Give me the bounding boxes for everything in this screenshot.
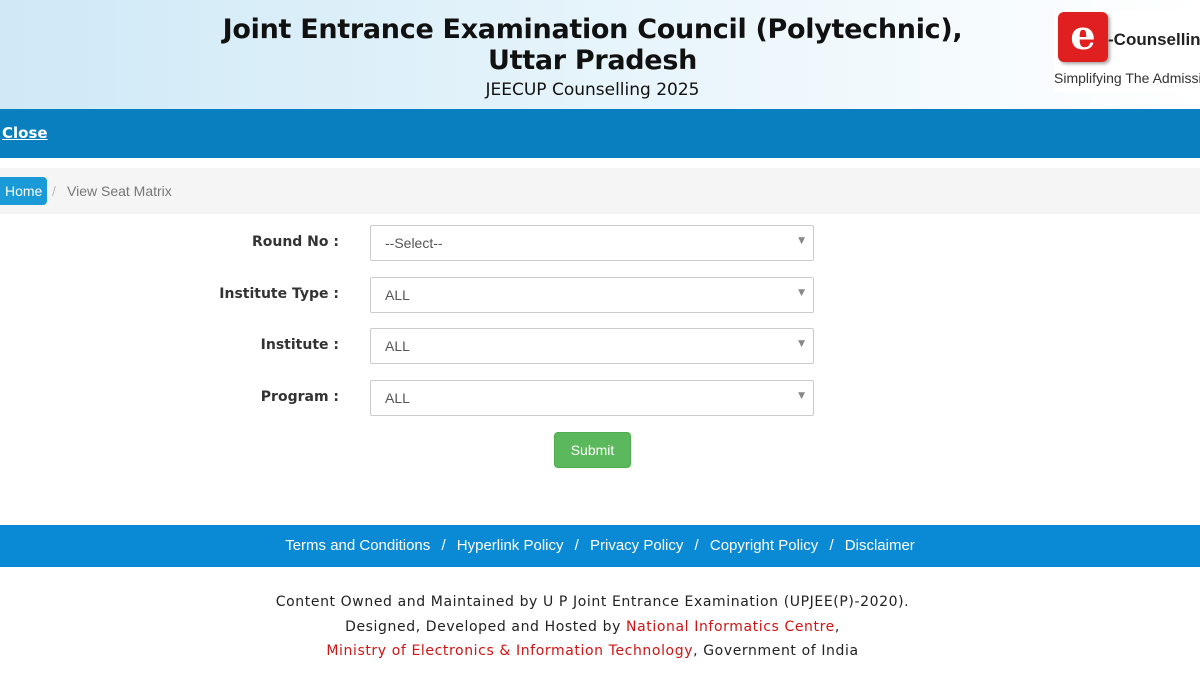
- dropdown-arrow-icon: ▼: [798, 288, 805, 298]
- logo-tagline: Simplifying The Admission: [1054, 70, 1200, 86]
- hyperlink-policy-link[interactable]: Hyperlink Policy: [457, 537, 564, 554]
- breadcrumb: Home / View Seat Matrix: [0, 168, 1200, 214]
- footer-credits: Content Owned and Maintained by U P Join…: [0, 590, 1185, 664]
- form-row-program: Program : ALL ▼: [0, 380, 1200, 416]
- meity-link[interactable]: Ministry of Electronics & Information Te…: [326, 643, 693, 659]
- e-logo-icon: e: [1058, 12, 1108, 62]
- footer-link-separator: /: [574, 537, 579, 554]
- footer-link-separator: /: [829, 537, 834, 554]
- copyright-policy-link[interactable]: Copyright Policy: [710, 537, 818, 554]
- footer-link-separator: /: [441, 537, 446, 554]
- institute-type-value: ALL: [385, 287, 410, 303]
- footer-line-owned: Content Owned and Maintained by U P Join…: [275, 594, 910, 610]
- footer-links-bar: Terms and Conditions / Hyperlink Policy …: [0, 525, 1200, 567]
- e-counselling-logo: e -Counselling Simplifying The Admission: [1054, 10, 1200, 92]
- logo-text: -Counselling: [1108, 30, 1200, 49]
- institute-type-select[interactable]: ALL ▼: [370, 277, 814, 313]
- program-select[interactable]: ALL ▼: [370, 380, 814, 416]
- round-no-select[interactable]: --Select-- ▼: [370, 225, 814, 261]
- page-title-line2: Uttar Pradesh: [487, 45, 698, 76]
- submit-button[interactable]: Submit: [554, 432, 631, 468]
- terms-link[interactable]: Terms and Conditions: [285, 537, 430, 554]
- site-header: Joint Entrance Examination Council (Poly…: [0, 0, 1200, 109]
- institute-label: Institute :: [260, 337, 339, 353]
- form-row-institute-type: Institute Type : ALL ▼: [0, 277, 1200, 313]
- footer-line-designed: Designed, Developed and Hosted by Nation…: [0, 615, 1185, 640]
- footer-designed-prefix: Designed, Developed and Hosted by: [345, 618, 627, 635]
- dropdown-arrow-icon: ▼: [798, 339, 805, 349]
- footer-line-ministry: Ministry of Electronics & Information Te…: [0, 639, 1185, 664]
- institute-value: ALL: [385, 338, 410, 354]
- privacy-policy-link[interactable]: Privacy Policy: [590, 537, 683, 554]
- round-no-label: Round No :: [251, 234, 339, 250]
- program-value: ALL: [385, 390, 410, 406]
- close-link[interactable]: Close: [2, 124, 48, 142]
- breadcrumb-home-link[interactable]: Home: [0, 177, 48, 205]
- form-row-institute: Institute : ALL ▼: [0, 328, 1200, 364]
- nic-link[interactable]: National Informatics Centre: [626, 619, 835, 635]
- footer-link-separator: /: [694, 537, 699, 554]
- dropdown-arrow-icon: ▼: [798, 391, 805, 401]
- institute-select[interactable]: ALL ▼: [370, 328, 814, 364]
- page-title-line1: Joint Entrance Examination Council (Poly…: [222, 14, 963, 45]
- breadcrumb-separator: /: [52, 183, 56, 199]
- round-no-value: --Select--: [385, 235, 443, 251]
- dropdown-arrow-icon: ▼: [798, 236, 805, 246]
- form-row-round-no: Round No : --Select-- ▼: [0, 225, 1200, 261]
- nav-bar: Close: [0, 109, 1200, 158]
- footer-ministry-suffix: , Government of India: [693, 643, 859, 659]
- page-subtitle: JEECUP Counselling 2025: [485, 80, 700, 100]
- breadcrumb-current: View Seat Matrix: [67, 183, 172, 199]
- disclaimer-link[interactable]: Disclaimer: [845, 537, 915, 554]
- institute-type-label: Institute Type :: [219, 286, 339, 302]
- program-label: Program :: [260, 389, 339, 405]
- header-title-block: Joint Entrance Examination Council (Poly…: [0, 14, 1185, 101]
- footer-designed-suffix: ,: [834, 618, 840, 635]
